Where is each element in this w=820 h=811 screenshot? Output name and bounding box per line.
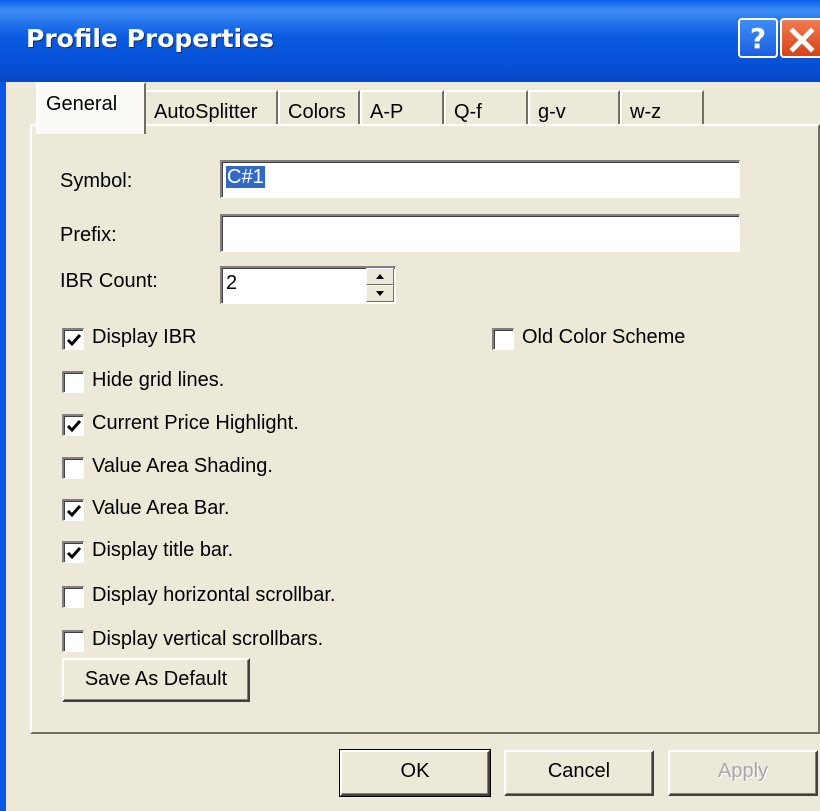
checkbox-label: Value Area Shading. (92, 455, 273, 477)
checkbox-label: Old Color Scheme (522, 326, 686, 348)
checkbox-label: Current Price Highlight. (92, 412, 299, 434)
spin-down-button[interactable] (366, 285, 394, 302)
tab-label: g-v (538, 101, 566, 123)
help-icon: ? (749, 22, 767, 55)
checkbox-box[interactable] (62, 499, 84, 521)
checkbox-label: Display IBR (92, 326, 197, 348)
ibr-count-value: 2 (226, 272, 238, 294)
tab-label: Q-f (454, 101, 482, 123)
checkbox-box[interactable] (62, 541, 84, 563)
prefix-label: Prefix: (60, 224, 117, 246)
profile-properties-dialog: Profile Properties ? General AutoSplitte… (0, 0, 820, 811)
button-label: Save As Default (84, 668, 228, 690)
checkbox-label: Value Area Bar. (92, 497, 230, 519)
checkmark-icon (66, 334, 82, 347)
tab-label: Colors (288, 101, 346, 123)
tab-label: A-P (370, 101, 404, 123)
window-title: Profile Properties (26, 24, 274, 53)
checkbox-label: Display horizontal scrollbar. (92, 584, 336, 606)
save-as-default-button[interactable]: Save As Default (62, 658, 250, 702)
checkbox-box[interactable] (62, 328, 84, 350)
checkbox-label: Display title bar. (92, 539, 234, 561)
ibr-count-spinner[interactable] (366, 268, 394, 302)
checkbox-box[interactable] (62, 371, 84, 393)
tab-label: General (46, 93, 118, 115)
spin-up-button[interactable] (366, 268, 394, 285)
checkbox-box[interactable] (62, 630, 84, 652)
tab-general[interactable]: General (36, 82, 146, 134)
checkbox-box[interactable] (492, 328, 514, 350)
checkbox-box[interactable] (62, 586, 84, 608)
checkmark-icon (66, 420, 82, 433)
ok-button[interactable]: OK (339, 749, 491, 797)
checkbox-label: Display vertical scrollbars. (92, 628, 324, 650)
button-label: Apply (717, 760, 769, 782)
checkmark-icon (66, 505, 82, 518)
tab-label: AutoSplitter (154, 101, 258, 123)
arrow-down-icon (376, 291, 384, 296)
button-label: Cancel (547, 760, 611, 782)
close-button[interactable] (780, 18, 820, 58)
close-icon (789, 27, 815, 53)
ibr-count-label: IBR Count: (60, 270, 158, 292)
checkbox-label: Hide grid lines. (92, 369, 225, 391)
button-label: OK (400, 760, 430, 782)
help-button[interactable]: ? (738, 18, 778, 58)
cancel-button[interactable]: Cancel (504, 750, 654, 796)
prefix-input[interactable] (220, 214, 740, 252)
checkbox-box[interactable] (62, 414, 84, 436)
checkmark-icon (66, 547, 82, 560)
tab-label: w-z (630, 101, 662, 123)
checkbox-box[interactable] (62, 457, 84, 479)
symbol-input[interactable]: C#1 (220, 160, 740, 198)
symbol-label: Symbol: (60, 170, 133, 192)
symbol-value: C#1 (226, 166, 265, 188)
arrow-up-icon (376, 274, 384, 279)
apply-button[interactable]: Apply (668, 750, 818, 796)
title-bar[interactable]: Profile Properties ? (0, 0, 820, 82)
